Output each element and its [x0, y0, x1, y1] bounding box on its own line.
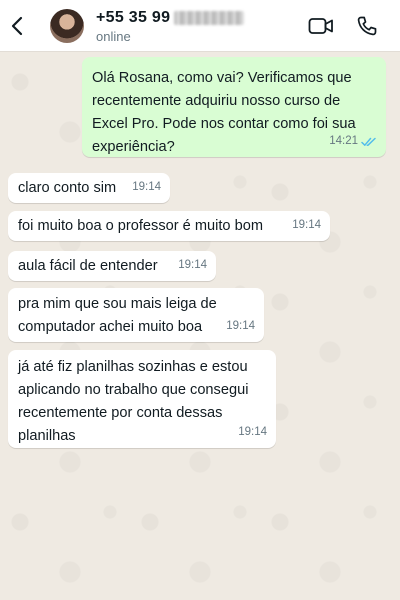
back-button[interactable]	[2, 0, 32, 52]
message-time: 19:14	[226, 320, 255, 332]
message-time: 14:21	[329, 135, 358, 147]
chat-header: +55 35 99 online	[0, 0, 400, 52]
message-time: 19:14	[178, 259, 207, 271]
message-text: claro conto sim	[18, 180, 117, 196]
message-incoming[interactable]: pra mim que sou mais leiga de computador…	[8, 288, 264, 342]
message-text: Olá Rosana, como vai? Verificamos que re…	[92, 70, 356, 155]
contact-phone: +55 35 99	[96, 8, 245, 28]
video-call-icon	[308, 18, 333, 34]
header-actions	[308, 0, 378, 52]
redacted-digits	[174, 10, 245, 25]
message-time: 19:14	[238, 426, 267, 438]
message-text: foi muito boa o professor é muito bom	[18, 218, 263, 234]
message-incoming[interactable]: foi muito boa o professor é muito bom 19…	[8, 211, 330, 241]
phone-call-icon	[357, 16, 377, 36]
message-meta: 14:21	[329, 130, 377, 153]
voice-call-button[interactable]	[356, 15, 378, 37]
message-incoming[interactable]: já até fiz planilhas sozinhas e estou ap…	[8, 350, 276, 448]
message-incoming[interactable]: claro conto sim 19:14	[8, 173, 170, 203]
video-call-button[interactable]	[308, 17, 334, 35]
message-outgoing[interactable]: Olá Rosana, como vai? Verificamos que re…	[82, 57, 386, 157]
message-time: 19:14	[292, 219, 321, 231]
message-time: 19:14	[132, 181, 161, 193]
chat-area[interactable]: Olá Rosana, como vai? Verificamos que re…	[0, 52, 400, 600]
contact-info[interactable]: +55 35 99 online	[96, 8, 245, 44]
read-ticks-icon	[361, 137, 376, 146]
contact-phone-text: +55 35 99	[96, 8, 171, 26]
back-arrow-icon	[11, 16, 23, 35]
message-text: pra mim que sou mais leiga de computador…	[18, 296, 217, 335]
avatar[interactable]	[50, 8, 84, 43]
contact-status: online	[96, 28, 131, 44]
message-text: aula fácil de entender	[18, 258, 158, 274]
message-incoming[interactable]: aula fácil de entender 19:14	[8, 251, 216, 281]
message-text: já até fiz planilhas sozinhas e estou ap…	[18, 359, 249, 444]
